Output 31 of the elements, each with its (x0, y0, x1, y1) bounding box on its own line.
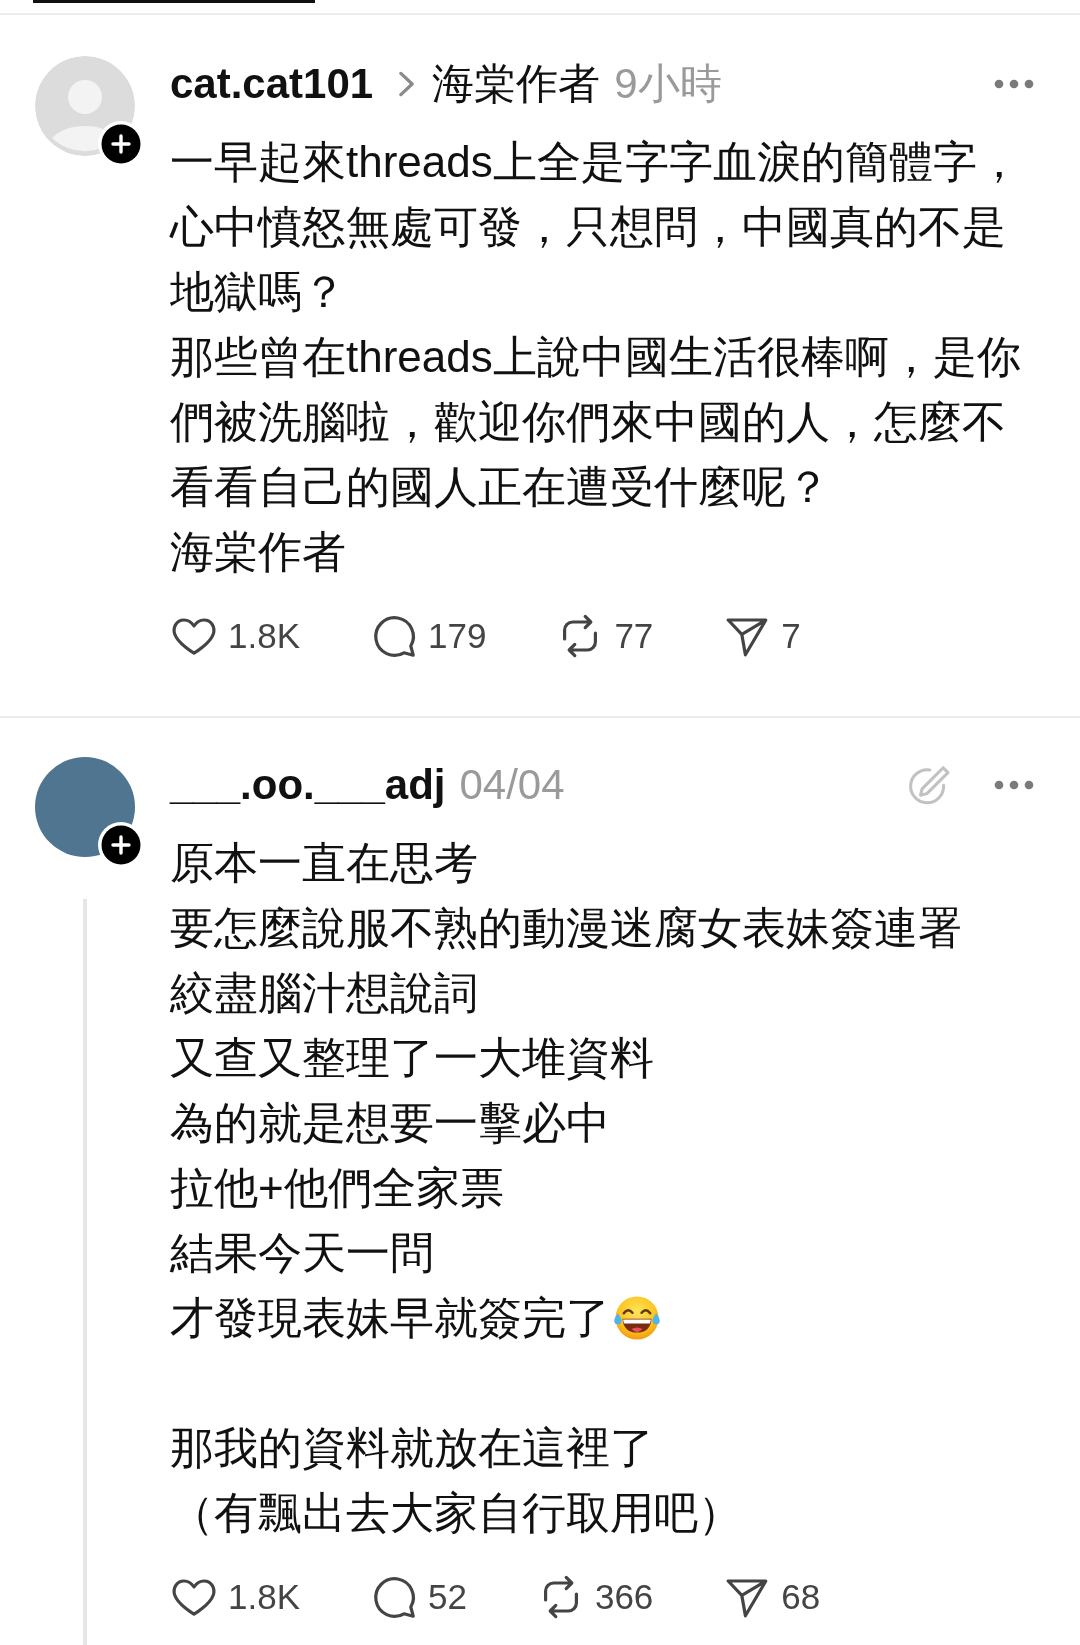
post-text: 拉他+他們全家票 (170, 1162, 504, 1214)
more-icon[interactable] (994, 780, 1034, 790)
post-text: 絞盡腦汁想說詞 (170, 967, 478, 1019)
repost-button[interactable]: 77 (556, 612, 654, 660)
chevron-right-icon (399, 71, 415, 97)
like-button[interactable]: 1.8K (170, 612, 300, 660)
post-text: 結果今天一問 (170, 1227, 434, 1279)
post-text: 原本一直在思考 (170, 837, 478, 889)
post-text: 那我的資料就放在這裡了 (170, 1422, 654, 1474)
post-text: 海棠作者 (170, 526, 346, 578)
share-button[interactable]: 7 (723, 612, 801, 660)
reply-button[interactable]: 52 (370, 1573, 467, 1621)
reply-button[interactable]: 179 (370, 612, 487, 660)
post-text: 為的就是想要一擊必中 (170, 1097, 610, 1149)
like-button[interactable]: 1.8K (170, 1573, 300, 1621)
post-text: 才發現表妹早就簽完了 (170, 1292, 610, 1344)
post-text: 又查又整理了一大堆資料 (170, 1032, 654, 1084)
more-icon[interactable] (994, 79, 1034, 89)
topic-tag[interactable]: 海棠作者 (432, 56, 601, 112)
share-button[interactable]: 68 (723, 1573, 821, 1621)
username[interactable]: cat.cat101 (170, 60, 374, 108)
post-text: 那些曾在threads上說中國生活很棒啊，是你 們被洗腦啦，歡迎你們來中國的人，怎麼不 看看自己的國人正在遭受什麼呢？ (170, 331, 1021, 513)
repost-button[interactable]: 366 (536, 1573, 654, 1621)
post-text: （有飄出去大家自行取用吧） (170, 1487, 742, 1539)
timestamp: 04/04 (459, 761, 565, 809)
plus-badge-icon[interactable] (98, 822, 144, 868)
username[interactable]: ___.oo.___adj (170, 761, 446, 809)
post-text: 要怎麼說服不熟的動漫迷腐女表妹簽連署 (170, 902, 962, 954)
plus-badge-icon[interactable] (98, 121, 144, 167)
timestamp: 9小時 (614, 59, 722, 109)
post-text: 一早起來threads上全是字字血淚的簡體字， 心中憤怒無處可發，只想問，中國真的不是 地獄嗎？ (170, 136, 1021, 318)
